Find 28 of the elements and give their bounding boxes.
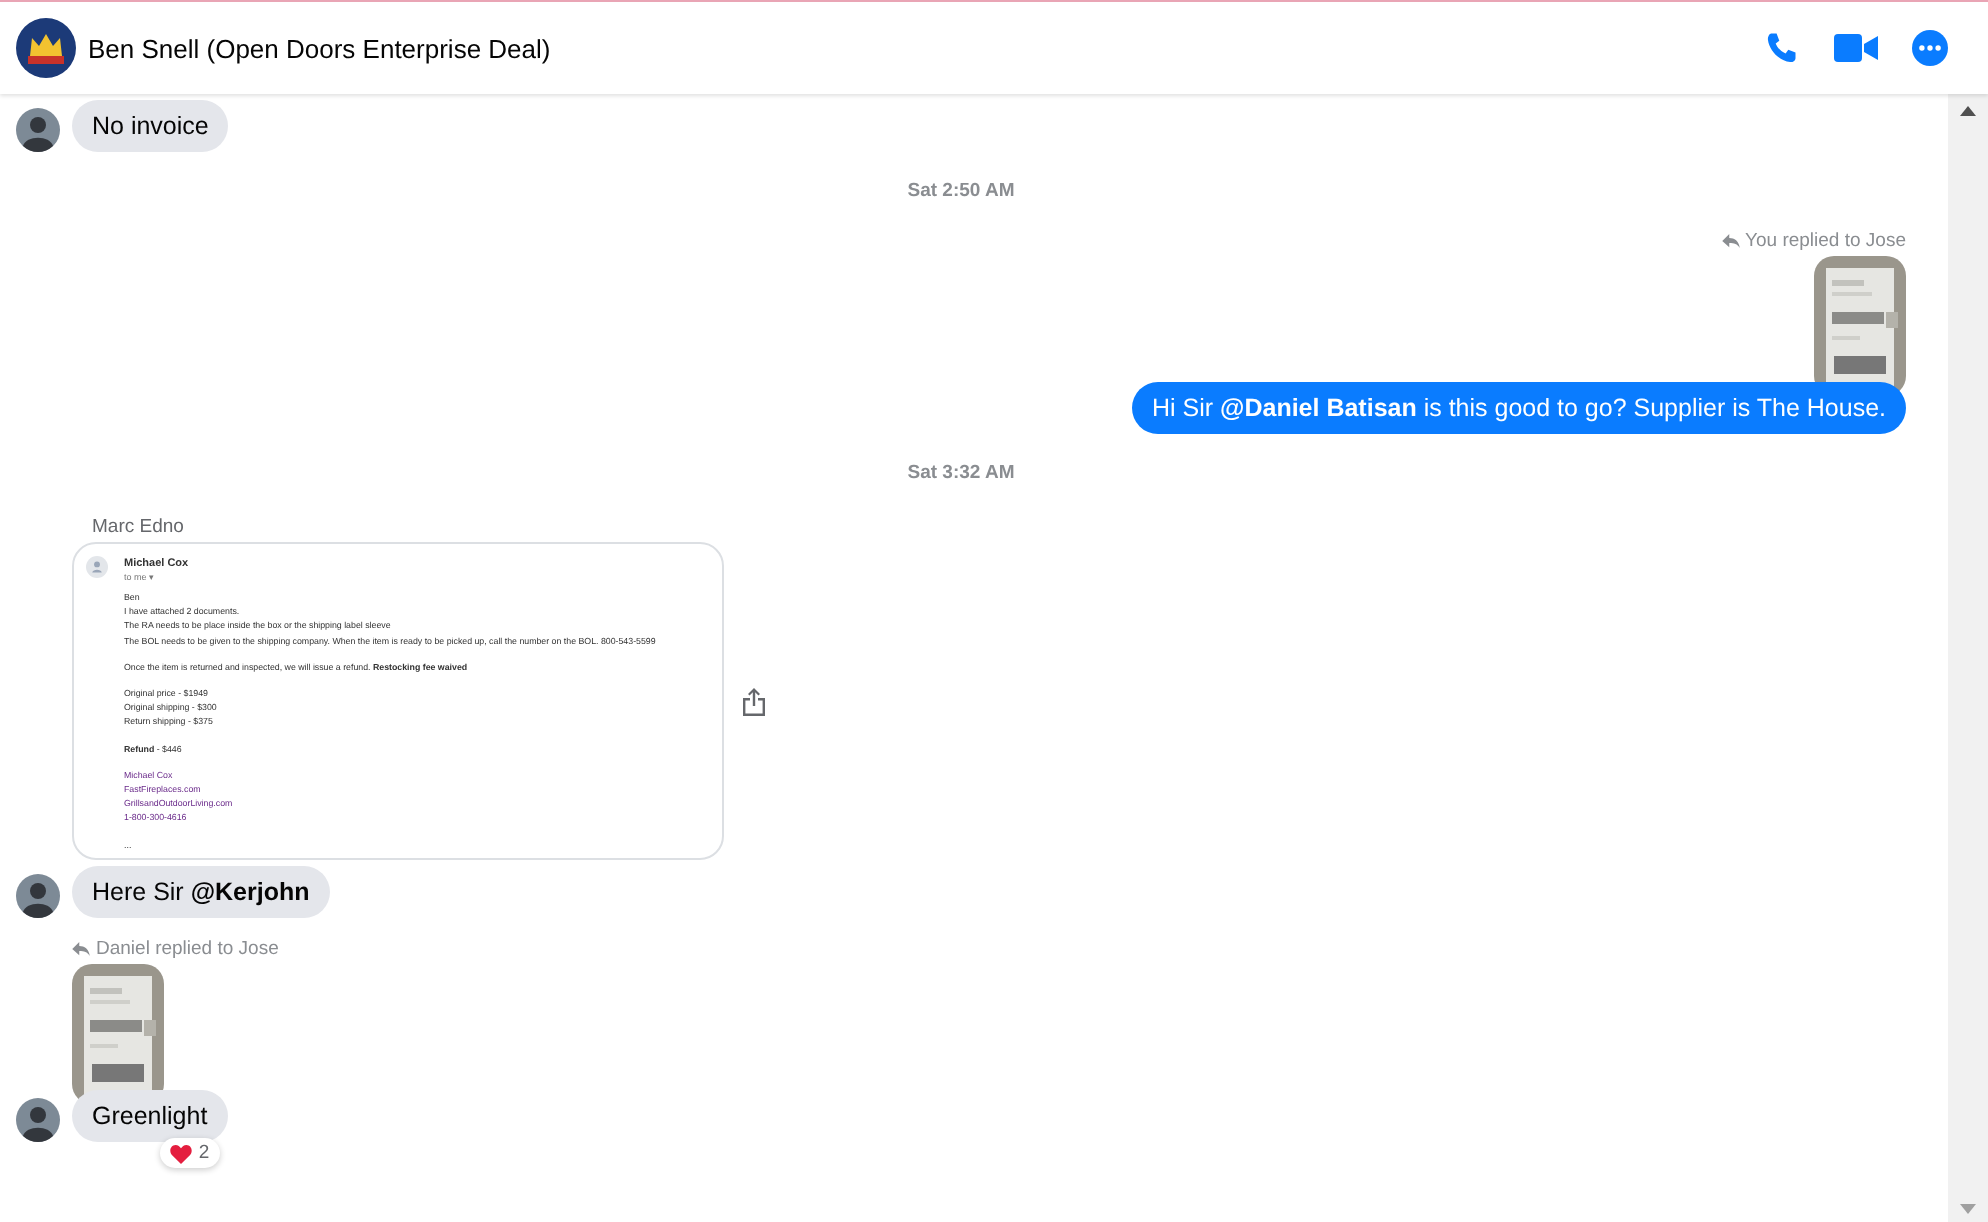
scroll-down-icon[interactable] <box>1960 1204 1976 1214</box>
user-avatar[interactable] <box>16 1098 60 1142</box>
reply-label: Daniel replied to Jose <box>72 938 279 960</box>
video-camera-icon[interactable] <box>1834 32 1878 64</box>
scrollbar[interactable] <box>1948 94 1988 1222</box>
timestamp: Sat 3:32 AM <box>907 462 1015 484</box>
sender-name: Marc Edno <box>92 516 186 538</box>
chat-title: Ben Snell (Open Doors Enterprise Deal) <box>88 33 551 63</box>
message-bubble[interactable]: No invoice <box>72 100 229 152</box>
person-icon <box>86 556 108 578</box>
timestamp: Sat 2:50 AM <box>907 180 1015 202</box>
share-icon[interactable] <box>742 688 766 716</box>
email-screenshot[interactable] <box>72 542 724 860</box>
message-bubble[interactable]: Hi Sir @Daniel Batisan is this good to go? Supplier is The House. <box>1132 382 1906 434</box>
phone-icon[interactable] <box>1764 30 1800 66</box>
reaction-badge[interactable]: 2 <box>160 1138 220 1168</box>
heart-icon <box>170 1143 193 1163</box>
user-avatar[interactable] <box>16 108 60 152</box>
more-options-icon[interactable] <box>1912 30 1948 66</box>
reaction-count: 2 <box>198 1142 210 1164</box>
scroll-up-icon[interactable] <box>1960 106 1976 116</box>
reply-label: You replied to Jose <box>1721 230 1906 252</box>
group-avatar <box>16 18 76 78</box>
message-bubble[interactable]: Greenlight <box>72 1090 228 1142</box>
user-avatar[interactable] <box>16 874 60 918</box>
message-bubble[interactable]: Here Sir @Kerjohn <box>72 866 330 918</box>
reply-icon <box>1721 234 1740 248</box>
reply-icon <box>72 942 90 956</box>
